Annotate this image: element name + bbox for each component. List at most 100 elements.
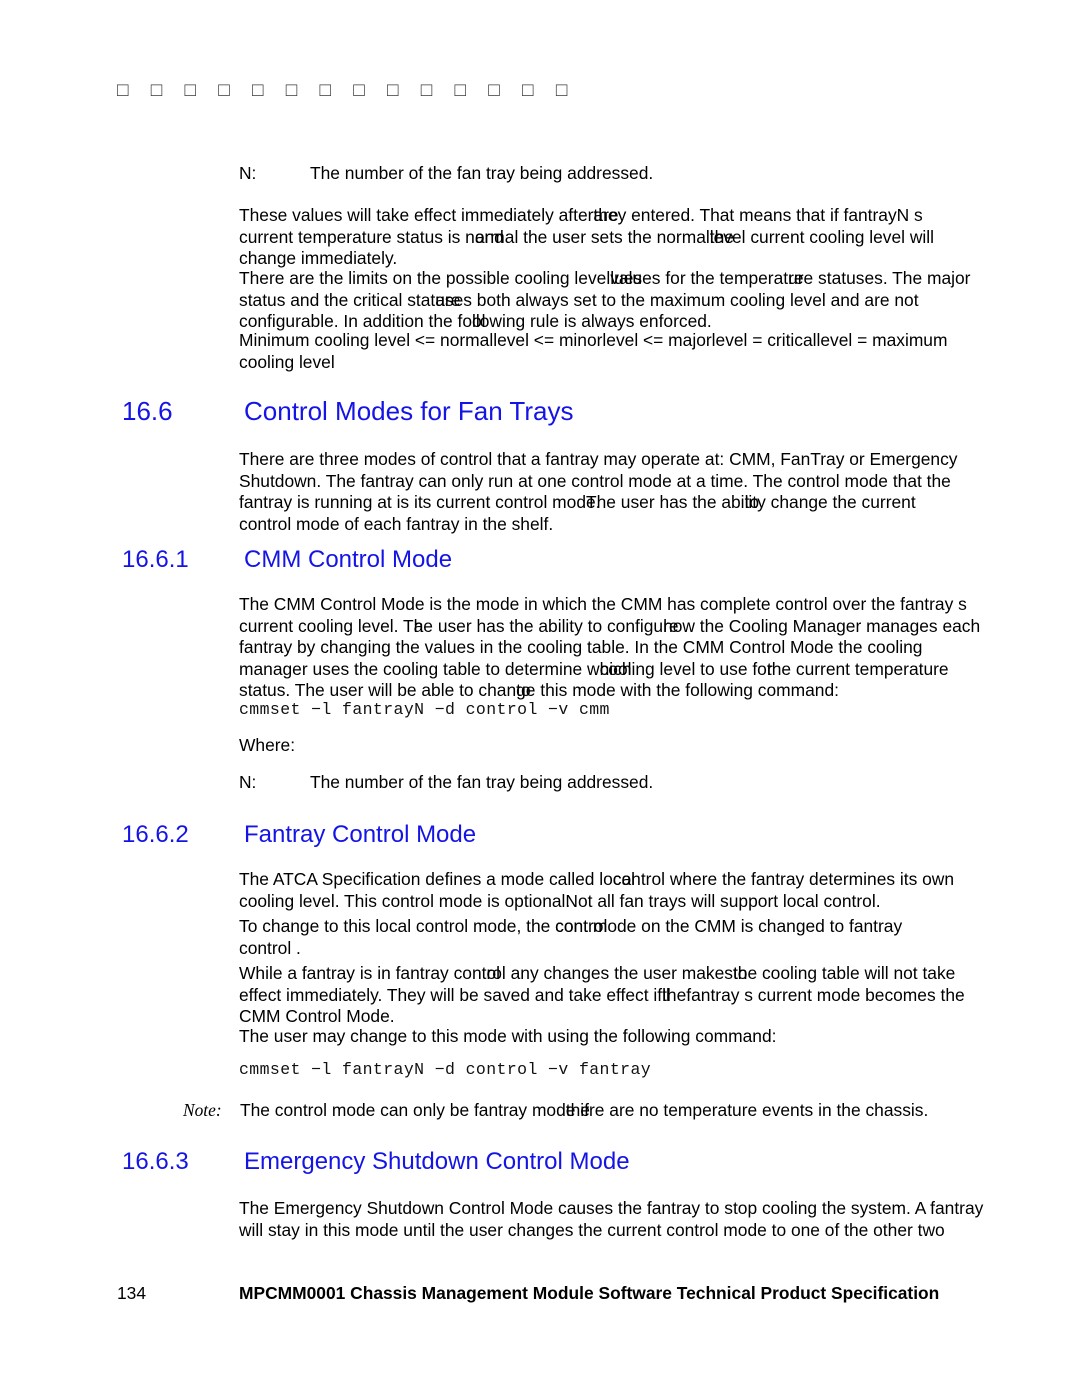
- running-header-glyphs: □ □ □ □ □ □ □ □ □ □ □ □ □ □: [117, 80, 576, 101]
- p5-seg1: The CMM Control Mode is the mode in whic…: [239, 594, 967, 614]
- p7-seg3: control .: [239, 937, 301, 958]
- definition-term-n-2: N:: [239, 772, 257, 792]
- p4-seg5: change the current: [765, 492, 916, 512]
- p2-seg1: There are the limits on the possible coo…: [239, 268, 611, 288]
- heading-16-6-number: 16.6: [122, 396, 173, 426]
- p5-overlap-ge-to: gegeto: [516, 680, 535, 702]
- p6-seg1: The ATCA Specification defines a mode ca…: [239, 869, 613, 889]
- p6-overlap-period-n: N.N: [565, 891, 578, 913]
- p4-overlap-mode-the: Thee.The: [586, 492, 616, 514]
- footer-document-title: MPCMM0001 Chassis Management Module Soft…: [239, 1283, 940, 1303]
- paragraph-fantray-control-changes: While a fantray is in fantray controlrol…: [239, 963, 999, 1028]
- p5-seg5: fantray by changing the values in the co…: [239, 637, 923, 657]
- p5-ovl1-b: a: [413, 615, 424, 636]
- heading-16-6-2-title: Fantray Control Mode: [244, 821, 477, 848]
- p8-seg1: While a fantray is in fantray cont: [239, 963, 487, 983]
- p5-seg4: the Cooling Manager manages each: [694, 615, 981, 636]
- p2-seg3: statuses. The major: [813, 268, 971, 288]
- p2-overlap-ure: ureurere: [788, 268, 813, 290]
- p5-ovl4-b: the: [766, 658, 792, 679]
- p5-overlap-re-how: howrehow: [663, 616, 695, 638]
- p2-seg6: configurable. In addition the fo: [239, 311, 473, 331]
- note-seg2: re are no temperature events in the chas…: [588, 1100, 929, 1120]
- heading-16-6-3-title: Emergency Shutdown Control Mode: [244, 1148, 630, 1175]
- p10-seg2: will stay in this mode until the user ch…: [239, 1219, 945, 1240]
- p8-seg2: any changes the user makes: [505, 963, 733, 983]
- p2-ovl1-b: lues: [610, 268, 643, 288]
- p8-seg4: effect immediately. They: [239, 984, 426, 1005]
- paragraph-cooling-level-rule: Minimum cooling level <= normallevel <= …: [239, 330, 999, 373]
- p8-seg5: will be saved and take effect if: [425, 984, 663, 1005]
- heading-16-6-1-title: CMM Control Mode: [244, 546, 453, 573]
- p6-overlap-cal-con: concalcon: [613, 869, 641, 891]
- p7-overlap-control-cont: contcontrolcont: [555, 916, 607, 938]
- p4-seg3: fantray is running at is its current con…: [239, 492, 586, 512]
- note-seg1: The control mode can only be fantray mod: [240, 1100, 566, 1120]
- p7-seg2: mode on the CMM is changed to fantray: [588, 916, 903, 936]
- definition-term-n-1: N:: [239, 163, 257, 183]
- p5-overlap-he-a: hehea: [414, 616, 433, 638]
- p1-seg4: the user sets the normal: [518, 226, 710, 247]
- p8-ovl1-b: ol: [486, 963, 500, 983]
- paragraph-atca-local-control: The ATCA Specification defines a mode ca…: [239, 869, 999, 912]
- p5-seg9: status. The user will be able to chan: [239, 680, 517, 700]
- note-ovl1-b: the: [565, 1100, 590, 1120]
- p3-line2: cooling level: [239, 351, 335, 372]
- p1-seg1: These values will take effect immediatel…: [239, 205, 594, 225]
- definition-text-n-1: The number of the fan tray being address…: [310, 163, 654, 183]
- p2-seg7: wing rule is always enforced.: [489, 311, 712, 331]
- footer-page-number: 134: [117, 1283, 147, 1303]
- p2-overlap-uses-are: usesusesare: [435, 290, 472, 312]
- paragraph-user-may-change: The user may change to this mode with us…: [239, 1026, 999, 1048]
- paragraph-emergency-shutdown: The Emergency Shutdown Control Mode caus…: [239, 1198, 1029, 1241]
- p4-overlap-lity-to: litylityto: [745, 492, 766, 514]
- document-page: □ □ □ □ □ □ □ □ □ □ □ □ □ □ N: The numbe…: [0, 0, 1080, 1397]
- p7-seg1: To change to this local control mode, th…: [239, 916, 556, 936]
- p8-ovl4-b: ll: [662, 984, 670, 1005]
- p6-ovl2-b: N: [565, 890, 578, 911]
- p2-ovl3-b: are: [435, 289, 461, 310]
- paragraph-change-to-local-control: To change to this local control mode, th…: [239, 916, 999, 959]
- p8-seg6: fantray s current mode becomes the: [686, 984, 965, 1005]
- p5-ovl2-b: how: [663, 615, 695, 636]
- p3-line1: Minimum cooling level <= normallevel <= …: [239, 330, 948, 350]
- heading-16-6-2-number: 16.6.2: [122, 821, 189, 848]
- p10-seg1: The Emergency Shutdown Control Mode caus…: [239, 1198, 984, 1218]
- heading-16-6-3-number: 16.6.3: [122, 1148, 189, 1175]
- paragraph-cmm-control-mode: The CMM Control Mode is the mode in whic…: [239, 594, 999, 702]
- p4-ovl2-b: to: [744, 492, 760, 512]
- p1-ovl1-b: are: [593, 205, 619, 225]
- p5-overlap-hich-cool: hichhichcool: [600, 659, 632, 681]
- definition-text-n-2: The number of the fan tray being address…: [310, 772, 654, 792]
- note-overlap-eif-the: e ife ifthe: [565, 1100, 590, 1122]
- p5-ovl5-b: to: [516, 680, 531, 700]
- p2-seg4: status and the critical stat: [239, 289, 436, 310]
- p1-seg5: current cooling level will: [745, 226, 934, 247]
- p1-ovl3-b: the: [709, 226, 734, 247]
- command-cmmset-fantray: cmmset −l fantrayN −d control −v fantray: [239, 1060, 652, 1079]
- heading-16-6-1-number: 16.6.1: [122, 546, 189, 573]
- p5-seg3: user has the ability to configu: [432, 615, 664, 636]
- p4-seg2: Shutdown. The fantray can only run at on…: [239, 470, 951, 491]
- p9-line1: The user may change to this mode with us…: [239, 1026, 777, 1046]
- p8-ovl2-b: the: [732, 963, 758, 983]
- p8-overlap-to-the: the tothe: [733, 963, 757, 985]
- p1-seg2: entered. That means that if fantrayN s: [626, 205, 923, 225]
- p1-overlap-level-the: levellevelthe: [710, 227, 746, 249]
- p4-seg1: There are three modes of control that a …: [239, 449, 958, 469]
- p1-ovl2-b: and: [474, 226, 504, 247]
- p5-seg7: ing level to use fo: [631, 658, 767, 679]
- p8-seg7: CMM Control Mode.: [239, 1006, 395, 1026]
- p6-ovl1-b: con: [612, 869, 641, 889]
- note-label: Note:: [183, 1100, 222, 1120]
- p8-overlap-the-ll: the thell: [662, 985, 686, 1007]
- p2-ovl2-b: re: [788, 268, 804, 288]
- p8-seg3: cooling table will not take: [757, 963, 956, 983]
- p2-seg5: both always set to the maximum cooling l…: [471, 289, 919, 310]
- p1-overlap-ormal-and: ormalormaland: [475, 227, 519, 249]
- p6-seg2: trol where the fantray determines its ow…: [640, 869, 955, 889]
- p8-overlap-rol-ol: rolrolol: [486, 963, 505, 985]
- heading-16-6-title: Control Modes for Fan Trays: [244, 396, 574, 426]
- p4-seg6: control mode of each fantray in the shel…: [239, 513, 554, 534]
- p5-overlap-r-the: therthe: [767, 659, 791, 681]
